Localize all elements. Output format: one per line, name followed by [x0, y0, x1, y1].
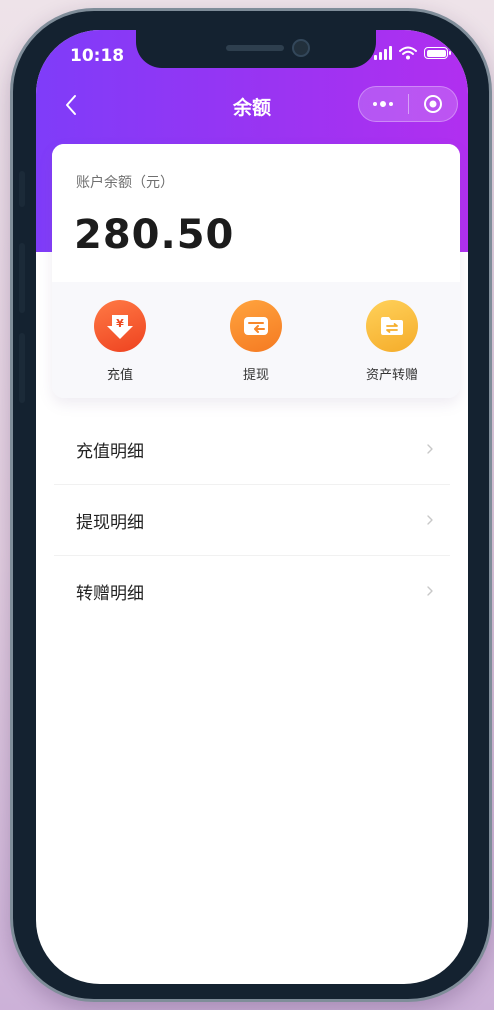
menu-item-label: 提现明细: [76, 512, 144, 533]
app-screen: 10:18 余额 账户余额（元） 280.50 ¥ 充值 提现 资产转赠 充值明…: [36, 30, 468, 984]
wifi-icon: [399, 46, 417, 60]
balance-summary: 账户余额（元） 280.50: [52, 144, 460, 282]
chevron-right-icon: [427, 515, 433, 525]
more-dots-icon: [373, 102, 378, 106]
balance-amount: 280.50: [74, 212, 235, 258]
withdraw-button[interactable]: 提现: [188, 282, 324, 398]
signal-icon: [374, 46, 392, 60]
wallet-icon: [230, 300, 282, 352]
status-time: 10:18: [70, 46, 125, 66]
menu-item-recharge-details[interactable]: 充值明细: [54, 414, 450, 485]
front-camera: [292, 39, 310, 57]
mute-switch: [19, 171, 25, 207]
balance-label: 账户余额（元）: [76, 175, 174, 191]
folder-transfer-icon: [366, 300, 418, 352]
miniapp-capsule: [358, 86, 458, 122]
close-miniapp-button[interactable]: [408, 87, 457, 121]
yuan-download-icon: ¥: [94, 300, 146, 352]
volume-down-button: [19, 333, 25, 403]
battery-icon: [424, 47, 451, 59]
withdraw-label: 提现: [242, 368, 269, 383]
quick-actions: ¥ 充值 提现 资产转赠: [52, 282, 460, 398]
status-icons: [374, 46, 451, 60]
detail-menu: 充值明细 提现明细 转赠明细: [54, 414, 450, 626]
asset-transfer-button[interactable]: 资产转赠: [324, 282, 460, 398]
balance-card: 账户余额（元） 280.50 ¥ 充值 提现 资产转赠: [52, 144, 460, 398]
navigation-bar: 余额: [36, 84, 468, 128]
chevron-right-icon: [427, 444, 433, 454]
asset-transfer-label: 资产转赠: [365, 368, 418, 383]
notch: [136, 30, 376, 68]
menu-item-label: 充值明细: [76, 441, 144, 462]
speaker: [226, 45, 284, 51]
menu-item-label: 转赠明细: [76, 583, 144, 604]
more-button[interactable]: [359, 87, 408, 121]
recharge-label: 充值: [106, 368, 133, 383]
svg-text:¥: ¥: [116, 317, 124, 330]
volume-up-button: [19, 243, 25, 313]
menu-item-transfer-details[interactable]: 转赠明细: [54, 556, 450, 626]
recharge-button[interactable]: ¥ 充值: [52, 282, 188, 398]
miniapp-close-icon: [423, 95, 442, 113]
menu-item-withdraw-details[interactable]: 提现明细: [54, 485, 450, 556]
chevron-right-icon: [427, 586, 433, 596]
